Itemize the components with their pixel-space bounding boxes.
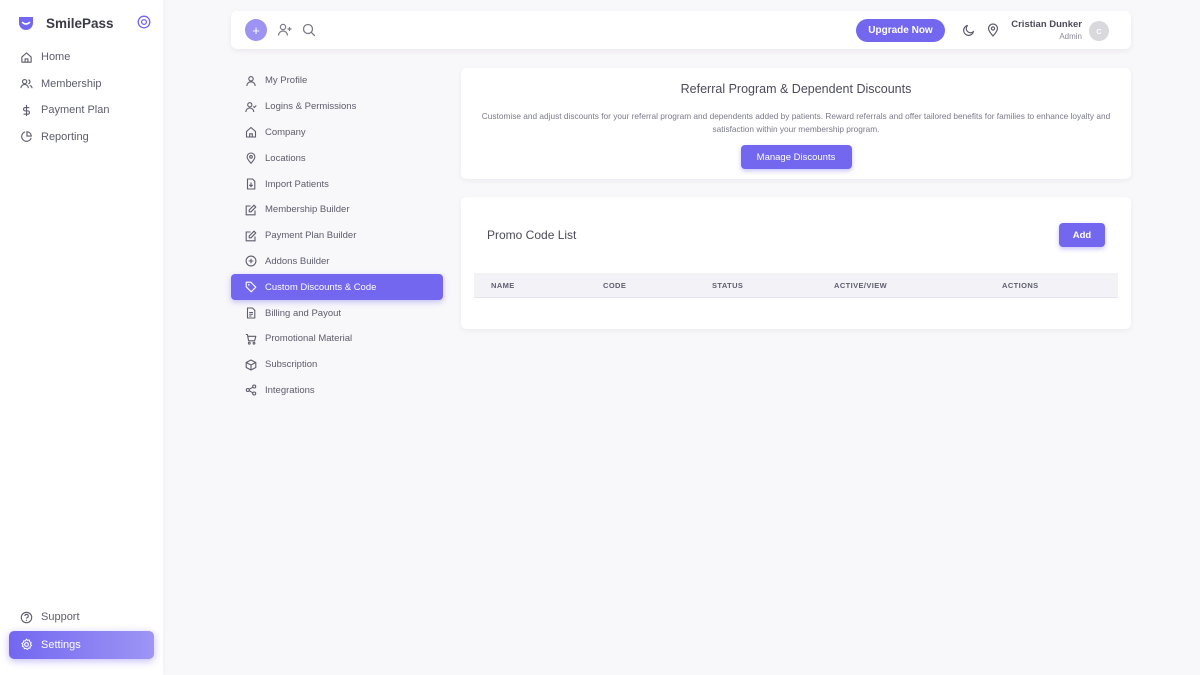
settings-item-label: Promotional Material <box>265 333 353 345</box>
sidebar-item-label: Home <box>41 51 71 64</box>
column-header-code[interactable]: CODE <box>603 281 626 290</box>
settings-item-label: Billing and Payout <box>265 307 342 319</box>
settings-item-label: Integrations <box>265 384 315 396</box>
top-bar: + Upgrade Now Cristian Dunker Admin C <box>231 11 1131 49</box>
sidebar-item-label: Reporting <box>41 130 89 143</box>
settings-item-promotional-material[interactable]: Promotional Material <box>231 326 443 352</box>
dollar-icon <box>19 103 33 117</box>
main-nav: Home Membership Payment Plan Reporting <box>0 44 163 150</box>
avatar[interactable]: C <box>1089 21 1109 41</box>
settings-item-label: My Profile <box>265 75 308 87</box>
sidebar-item-label: Membership <box>41 77 102 90</box>
column-header-actions[interactable]: ACTIONS <box>1002 281 1039 290</box>
tag-icon <box>245 281 257 293</box>
settings-item-billing-payout[interactable]: Billing and Payout <box>231 300 443 326</box>
promo-title: Promo Code List <box>487 228 577 242</box>
user-role: Admin <box>1059 32 1082 41</box>
settings-item-import-patients[interactable]: Import Patients <box>231 171 443 197</box>
referral-card: Referral Program & Dependent Discounts C… <box>461 68 1131 179</box>
home-icon <box>19 50 33 64</box>
sidebar-item-label: Support <box>41 611 80 624</box>
sidebar-item-membership[interactable]: Membership <box>0 71 163 98</box>
settings-item-membership-builder[interactable]: Membership Builder <box>231 197 443 223</box>
gear-icon <box>19 638 33 652</box>
settings-item-label: Company <box>265 126 306 138</box>
referral-title: Referral Program & Dependent Discounts <box>680 82 912 96</box>
upgrade-now-button[interactable]: Upgrade Now <box>856 19 945 42</box>
sidebar-item-home[interactable]: Home <box>0 44 163 71</box>
file-import-icon <box>245 178 257 190</box>
sidebar-item-label: Settings <box>41 638 81 651</box>
settings-item-subscription[interactable]: Subscription <box>231 352 443 378</box>
edit-icon <box>245 204 257 216</box>
user-name: Cristian Dunker <box>1011 19 1082 30</box>
map-pin-icon[interactable] <box>986 23 1000 37</box>
column-header-name[interactable]: NAME <box>491 281 515 290</box>
manage-discounts-button[interactable]: Manage Discounts <box>740 145 852 169</box>
sidebar-item-payment-plan[interactable]: Payment Plan <box>0 97 163 124</box>
sidebar-item-settings[interactable]: Settings <box>9 630 154 659</box>
sidebar-item-label: Payment Plan <box>41 104 110 117</box>
settings-nav: My Profile Logins & Permissions Company … <box>231 68 443 403</box>
user-check-icon <box>245 101 257 113</box>
edit-icon <box>245 230 257 242</box>
sidebar-toggle-icon[interactable] <box>137 15 151 29</box>
add-user-icon[interactable] <box>277 22 293 38</box>
quick-add-button[interactable]: + <box>245 19 267 41</box>
settings-item-logins-permissions[interactable]: Logins & Permissions <box>231 94 443 120</box>
column-header-active-view[interactable]: ACTIVE/VIEW <box>834 281 887 290</box>
share-icon <box>245 384 257 397</box>
settings-item-custom-discounts-code[interactable]: Custom Discounts & Code <box>231 274 443 301</box>
bottom-nav: Support Settings <box>0 604 163 659</box>
user-info[interactable]: Cristian Dunker Admin <box>1001 19 1082 42</box>
plus-circle-icon <box>245 255 257 267</box>
add-promo-button[interactable]: Add <box>1059 223 1105 247</box>
settings-item-locations[interactable]: Locations <box>231 145 443 171</box>
promo-code-card: Promo Code List Add NAME CODE STATUS ACT… <box>461 197 1131 329</box>
package-icon <box>245 359 257 371</box>
app-sidebar: SmilePass Home Membership Payment Plan R… <box>0 0 163 675</box>
settings-item-integrations[interactable]: Integrations <box>231 378 443 404</box>
shopping-cart-icon <box>245 333 257 345</box>
settings-item-label: Import Patients <box>265 178 329 190</box>
moon-icon[interactable] <box>962 23 976 37</box>
settings-item-label: Addons Builder <box>265 255 330 267</box>
settings-item-addons-builder[interactable]: Addons Builder <box>231 249 443 275</box>
settings-item-label: Locations <box>265 152 306 164</box>
map-pin-icon <box>245 152 257 165</box>
settings-item-label: Membership Builder <box>265 204 350 216</box>
smile-logo-icon <box>16 13 36 33</box>
users-icon <box>19 77 33 91</box>
settings-item-label: Subscription <box>265 359 318 371</box>
settings-item-label: Custom Discounts & Code <box>265 281 377 293</box>
referral-description: Customise and adjust discounts for your … <box>481 111 1111 134</box>
settings-item-company[interactable]: Company <box>231 120 443 146</box>
settings-item-payment-plan-builder[interactable]: Payment Plan Builder <box>231 223 443 249</box>
user-icon <box>245 75 257 87</box>
building-icon <box>245 126 257 139</box>
search-icon[interactable] <box>301 22 317 38</box>
sidebar-item-reporting[interactable]: Reporting <box>0 124 163 151</box>
settings-item-label: Logins & Permissions <box>265 101 357 113</box>
column-header-status[interactable]: STATUS <box>712 281 743 290</box>
promo-table-header: NAME CODE STATUS ACTIVE/VIEW ACTIONS <box>474 273 1118 298</box>
brand[interactable]: SmilePass <box>16 13 114 33</box>
sidebar-item-support[interactable]: Support <box>0 604 163 631</box>
file-text-icon <box>245 307 257 319</box>
settings-item-my-profile[interactable]: My Profile <box>231 68 443 94</box>
help-circle-icon <box>19 610 33 624</box>
brand-name: SmilePass <box>46 15 114 31</box>
settings-item-label: Payment Plan Builder <box>265 230 357 242</box>
pie-chart-icon <box>19 130 33 144</box>
